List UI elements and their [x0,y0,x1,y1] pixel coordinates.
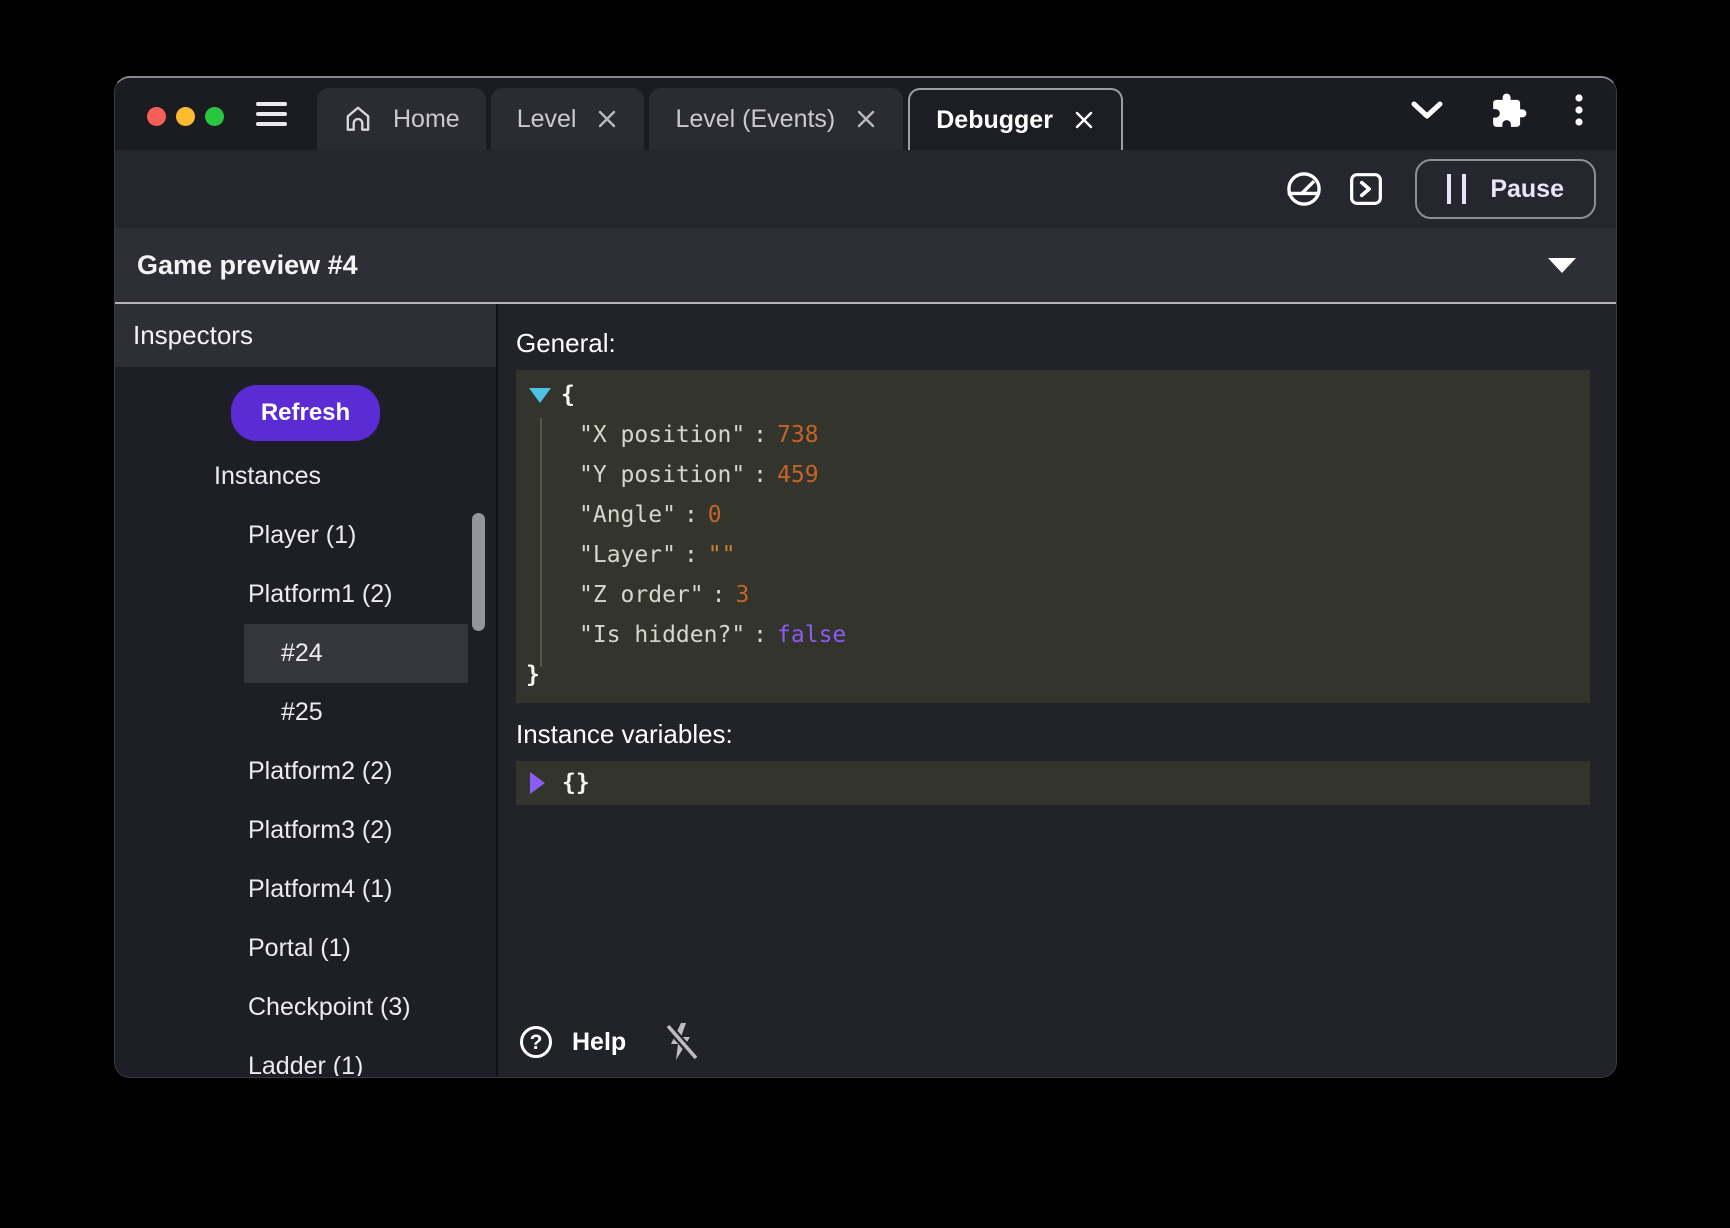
tab-debugger[interactable]: Debugger [908,88,1123,150]
json-close-row: } [516,655,1590,695]
tab-level-events[interactable]: Level (Events) [649,88,903,150]
property-key: "Layer" [579,542,676,568]
json-property-row: "X position" : 738 [516,415,1590,455]
property-value: "" [708,542,736,568]
tree-item-instance-24[interactable]: #24 [244,624,468,683]
tree-item-instance-25[interactable]: #25 [115,683,496,742]
inspectors-header: Inspectors [115,304,496,367]
property-key: "X position" [579,422,745,448]
instance-variables-label: Instance variables: [516,721,1590,747]
instances-tree: Instances Player (1) Platform1 (2) #24 #… [115,447,496,1076]
tab-bar-actions [1410,92,1584,130]
property-key: "Y position" [579,462,745,488]
help-label[interactable]: Help [572,1028,626,1057]
debugger-content: Inspectors Refresh Instances Player (1) … [115,304,1616,1076]
json-root-row: { [516,375,1590,415]
refresh-button[interactable]: Refresh [231,385,380,441]
close-brace: } [526,662,540,688]
tab-bar: Home Level Level (Events) Debugger [115,78,1616,150]
sidebar-scrollbar[interactable] [472,513,485,631]
close-icon[interactable] [855,108,877,130]
property-value: 738 [777,422,819,448]
tab-home[interactable]: Home [317,88,486,150]
window-controls [147,107,224,126]
close-icon[interactable] [1073,109,1095,131]
property-colon: : [676,502,708,528]
window-minimize-button[interactable] [176,107,195,126]
inspectors-sidebar: Inspectors Refresh Instances Player (1) … [115,304,498,1076]
tab-label: Debugger [936,106,1053,135]
tab-level[interactable]: Level [491,88,645,150]
tree-item-platform4[interactable]: Platform4 (1) [115,860,496,919]
game-preview-title: Game preview #4 [137,250,358,281]
inspector-footer: ? Help [518,1022,700,1062]
menu-icon[interactable] [256,102,287,126]
flash-off-icon[interactable] [664,1022,700,1062]
json-property-row: "Z order" : 3 [516,575,1590,615]
home-icon [343,104,373,134]
indent-guide [540,418,542,667]
property-colon: : [676,542,708,568]
tab-label: Level [517,105,577,134]
property-value: 3 [735,582,749,608]
puzzle-extensions-icon[interactable] [1490,92,1528,130]
screen: Home Level Level (Events) Debugger [0,0,1730,1228]
help-icon[interactable]: ? [518,1024,554,1060]
kebab-menu-icon[interactable] [1574,94,1584,128]
debugger-toolbar: Pause [115,150,1616,228]
tree-item-platform2[interactable]: Platform2 (2) [115,742,496,801]
property-colon: : [745,422,777,448]
game-preview-header[interactable]: Game preview #4 [115,228,1616,304]
variables-value: {} [562,770,590,796]
tree-item-ladder[interactable]: Ladder (1) [115,1037,496,1076]
window-close-button[interactable] [147,107,166,126]
property-colon: : [745,462,777,488]
tree-item-platform1[interactable]: Platform1 (2) [115,565,496,624]
tree-item-instances[interactable]: Instances [115,447,496,506]
json-property-row: "Layer" : "" [516,535,1590,575]
close-icon[interactable] [596,108,618,130]
tab-strip: Home Level Level (Events) Debugger [317,88,1123,150]
console-icon[interactable] [1349,172,1383,206]
open-brace: { [561,382,575,408]
json-property-row: "Is hidden?" : false [516,615,1590,655]
property-key: "Z order" [579,582,704,608]
tree-item-player[interactable]: Player (1) [115,506,496,565]
tree-item-portal[interactable]: Portal (1) [115,919,496,978]
property-colon: : [745,622,777,648]
property-value: 0 [708,502,722,528]
expander-open-icon[interactable] [529,388,551,403]
chevron-down-icon[interactable] [1410,101,1444,121]
tab-label: Level (Events) [675,105,835,134]
property-key: "Angle" [579,502,676,528]
tree-item-checkpoint[interactable]: Checkpoint (3) [115,978,496,1037]
property-value: 459 [777,462,819,488]
property-value: false [777,622,846,648]
tree-item-platform3[interactable]: Platform3 (2) [115,801,496,860]
dropdown-caret-icon[interactable] [1548,258,1576,273]
pause-button[interactable]: Pause [1415,159,1596,219]
general-section-label: General: [516,330,1590,356]
json-property-row: "Y position" : 459 [516,455,1590,495]
profiler-gauge-icon[interactable] [1285,170,1323,208]
pause-icon [1447,174,1466,204]
expander-collapsed-icon[interactable] [530,772,545,794]
general-json-view: { "X position" : 738 "Y position" : 459 … [516,370,1590,703]
property-colon: : [704,582,736,608]
pause-label: Pause [1490,175,1564,204]
property-key: "Is hidden?" [579,622,745,648]
window-zoom-button[interactable] [205,107,224,126]
json-property-row: "Angle" : 0 [516,495,1590,535]
app-window: Home Level Level (Events) Debugger [114,76,1617,1078]
tab-label: Home [393,105,460,134]
svg-text:?: ? [530,1031,543,1054]
inspector-panel: General: { "X position" : 738 "Y positio… [498,304,1616,1076]
variables-json-view: {} [516,761,1590,805]
